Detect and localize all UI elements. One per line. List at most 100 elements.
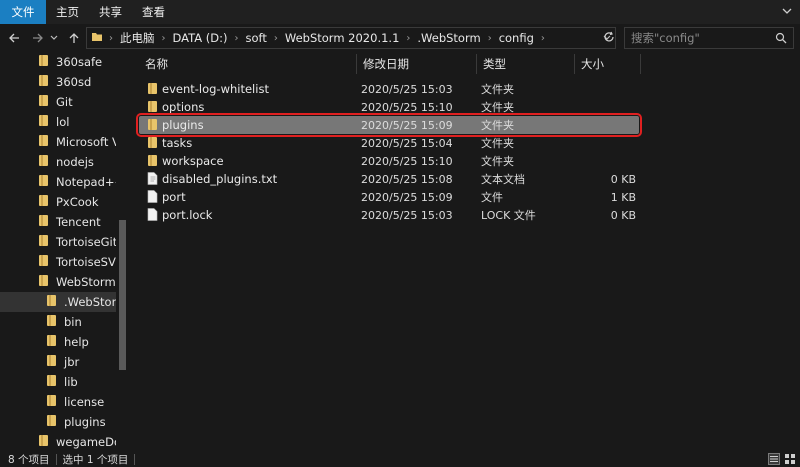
breadcrumb-this-pc[interactable]: 此电脑	[120, 30, 155, 46]
search-input[interactable]: 搜索"config"	[624, 27, 794, 49]
forward-arrow-icon[interactable]	[30, 29, 46, 47]
folder-icon	[147, 136, 159, 152]
file-icon	[147, 208, 158, 224]
tree-item[interactable]: WebStorm 2	[0, 272, 116, 292]
tree-item[interactable]: jbr	[0, 352, 116, 372]
folder-icon	[46, 394, 58, 410]
folder-icon	[91, 31, 103, 46]
details-view-icon[interactable]	[768, 453, 780, 467]
file-type: 文件夹	[481, 155, 514, 168]
tree-item[interactable]: Notepad++	[0, 172, 116, 192]
tree-item-label: 360safe	[56, 55, 103, 69]
tree-item[interactable]: 360sd	[0, 72, 116, 92]
folder-icon	[46, 334, 58, 350]
table-row[interactable]: event-log-whitelist 2020/5/25 15:03 文件夹	[139, 80, 639, 98]
tree-item[interactable]: .WebStorm	[0, 292, 116, 312]
tab-home[interactable]: 主页	[46, 0, 89, 24]
tree-item-label: WebStorm 2	[56, 275, 116, 289]
folder-icon	[38, 434, 50, 450]
item-count: 8 个项目	[8, 454, 50, 466]
table-row[interactable]: workspace 2020/5/25 15:10 文件夹	[139, 152, 639, 170]
folder-icon	[38, 134, 50, 150]
recent-dropdown-icon[interactable]	[46, 29, 62, 47]
breadcrumb-webstorm[interactable]: WebStorm 2020.1.1	[285, 31, 400, 45]
text-file-icon	[147, 172, 158, 188]
tree-item-label: Microsoft VS	[56, 135, 116, 149]
back-arrow-icon[interactable]	[6, 29, 22, 47]
tab-file[interactable]: 文件	[0, 0, 46, 24]
selected-count: 选中 1 个项目	[62, 454, 129, 466]
folder-icon	[38, 214, 50, 230]
file-name: workspace	[162, 154, 224, 168]
table-row[interactable]: port.lock 2020/5/25 15:03 LOCK 文件 0 KB	[139, 206, 639, 224]
up-arrow-icon[interactable]	[66, 29, 82, 47]
column-header-date[interactable]: 修改日期	[357, 54, 477, 74]
breadcrumb-dot-webstorm[interactable]: .WebStorm	[417, 31, 480, 45]
tab-share[interactable]: 共享	[89, 0, 132, 24]
file-name: port	[162, 190, 186, 204]
file-icon	[147, 190, 158, 206]
tree-item[interactable]: lib	[0, 372, 116, 392]
tree-item[interactable]: plugins	[0, 412, 116, 432]
address-bar[interactable]: › 此电脑 › DATA (D:) › soft › WebStorm 2020…	[86, 27, 616, 49]
table-row[interactable]: tasks 2020/5/25 15:04 文件夹	[139, 134, 639, 152]
file-type: 文件夹	[481, 119, 514, 132]
file-type: 文件夹	[481, 83, 514, 96]
folder-icon	[147, 154, 159, 170]
table-row[interactable]: plugins 2020/5/25 15:09 文件夹	[136, 113, 642, 137]
breadcrumb-config[interactable]: config	[499, 31, 534, 45]
chevron-down-icon[interactable]	[782, 6, 792, 19]
file-name: tasks	[162, 136, 193, 150]
file-date: 2020/5/25 15:10	[361, 100, 453, 114]
file-name: plugins	[162, 118, 204, 132]
file-type: 文本文档	[481, 173, 525, 186]
table-row[interactable]: disabled_plugins.txt 2020/5/25 15:08 文本文档 0…	[139, 170, 639, 188]
tree-item[interactable]: 360safe	[0, 52, 116, 72]
folder-icon	[38, 274, 50, 290]
ribbon-tabs: 文件 主页 共享 查看	[0, 0, 800, 24]
tree-item-label: jbr	[64, 355, 80, 369]
tree-item[interactable]: nodejs	[0, 152, 116, 172]
file-name: disabled_plugins.txt	[162, 172, 278, 186]
folder-icon	[38, 254, 50, 270]
tree-item-label: bin	[64, 315, 82, 329]
tree-item[interactable]: lol	[0, 112, 116, 132]
file-date: 2020/5/25 15:10	[361, 154, 453, 168]
tree-item-label: nodejs	[56, 155, 94, 169]
tree-item[interactable]: TortoiseSVN	[0, 252, 116, 272]
nav-scrollbar-thumb[interactable]	[119, 220, 126, 370]
tab-view[interactable]: 查看	[132, 0, 175, 24]
folder-icon	[46, 374, 58, 390]
tree-item[interactable]: wegameDov	[0, 432, 116, 452]
breadcrumb-data-drive[interactable]: DATA (D:)	[173, 31, 228, 45]
file-date: 2020/5/25 15:03	[361, 82, 453, 96]
navigation-pane: 360safe 360sd Git lol Microsoft VS nodejs Note…	[0, 52, 128, 452]
column-header-name[interactable]: 名称	[139, 54, 357, 74]
tree-item[interactable]: bin	[0, 312, 116, 332]
folder-icon	[38, 194, 50, 210]
tree-item[interactable]: Microsoft VS	[0, 132, 116, 152]
navigation-bar: › 此电脑 › DATA (D:) › soft › WebStorm 2020…	[0, 24, 800, 52]
tree-item[interactable]: help	[0, 332, 116, 352]
tree-item[interactable]: Tencent	[0, 212, 116, 232]
tree-item-label: TortoiseSVN	[56, 255, 116, 269]
large-icons-view-icon[interactable]	[784, 453, 796, 467]
tree-item[interactable]: PxCook	[0, 192, 116, 212]
file-type: 文件	[481, 191, 503, 204]
tree-item[interactable]: TortoiseGit	[0, 232, 116, 252]
breadcrumb-soft[interactable]: soft	[245, 31, 266, 45]
tree-item-label: wegameDov	[56, 435, 116, 449]
column-header-type[interactable]: 类型	[477, 54, 575, 74]
tree-item[interactable]: Git	[0, 92, 116, 112]
tree-item[interactable]: license	[0, 392, 116, 412]
file-type: 文件夹	[481, 137, 514, 150]
table-row[interactable]: port 2020/5/25 15:09 文件 1 KB	[139, 188, 639, 206]
search-icon[interactable]	[775, 32, 787, 47]
file-size: 0 KB	[610, 172, 636, 186]
column-header-size[interactable]: 大小	[575, 54, 641, 74]
nav-scrollbar[interactable]	[116, 52, 128, 452]
refresh-icon[interactable]	[603, 31, 615, 46]
tree-item-label: PxCook	[56, 195, 99, 209]
folder-icon	[38, 94, 50, 110]
table-row[interactable]: options 2020/5/25 15:10 文件夹	[139, 98, 639, 116]
